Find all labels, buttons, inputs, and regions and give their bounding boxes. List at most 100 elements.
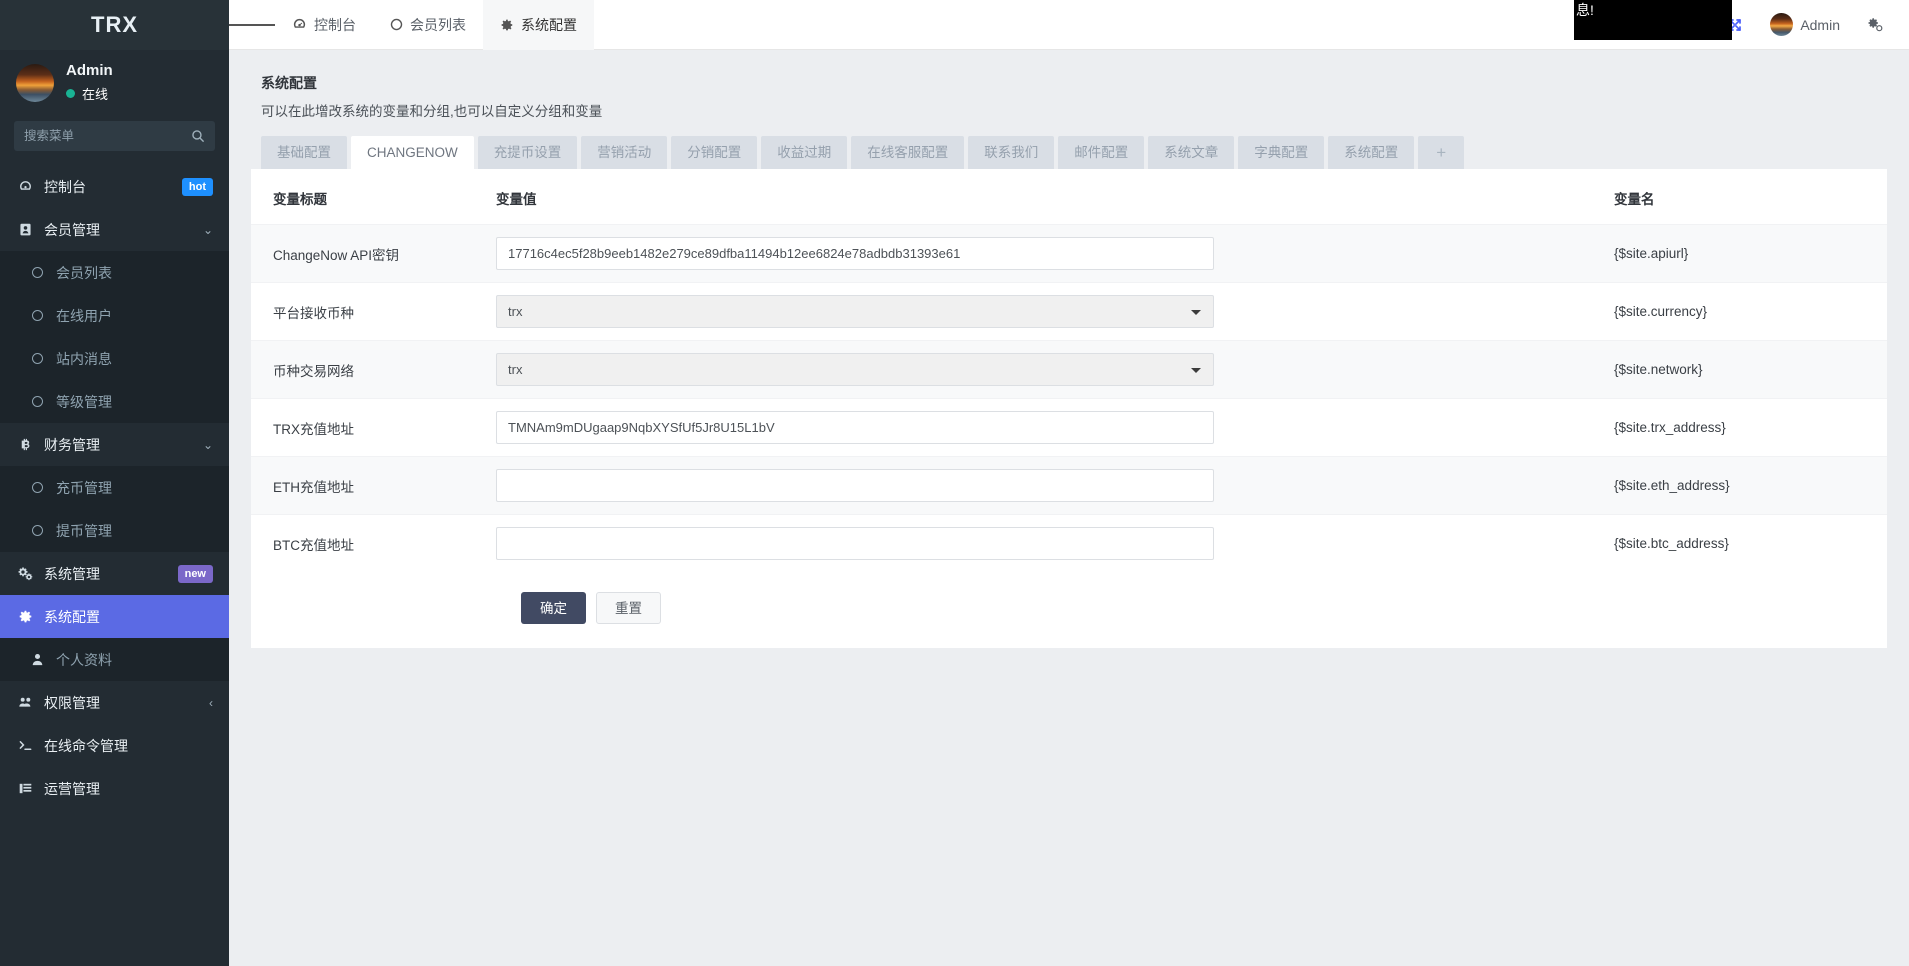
config-tab-9[interactable]: 系统文章 bbox=[1148, 136, 1235, 169]
config-tab-3[interactable]: 营销活动 bbox=[581, 136, 668, 169]
config-tab-6[interactable]: 在线客服配置 bbox=[851, 136, 965, 169]
nav-tab-label: 控制台 bbox=[314, 16, 356, 33]
avatar bbox=[1770, 13, 1794, 36]
submit-button[interactable]: 确定 bbox=[521, 592, 586, 624]
chevron-icon: ⌄ bbox=[202, 437, 213, 452]
config-tab-2[interactable]: 充提币设置 bbox=[477, 136, 578, 169]
avatar bbox=[16, 63, 54, 102]
col-header-name: 变量名 bbox=[1606, 169, 1887, 225]
config-tab-4[interactable]: 分销配置 bbox=[671, 136, 758, 169]
topbar: 控制台 会员列表 系统配置 息! 清除缓存 bbox=[229, 0, 1909, 50]
chevron-down-icon bbox=[1191, 367, 1201, 373]
online-status-dot bbox=[66, 89, 75, 98]
add-tab-button[interactable]: + bbox=[1418, 136, 1465, 169]
nav-tab-members[interactable]: 会员列表 bbox=[373, 0, 483, 50]
nav-tab-system-config[interactable]: 系统配置 bbox=[483, 0, 594, 50]
sidebar-item-2[interactable]: 会员列表 bbox=[0, 251, 229, 294]
row-varname: {$site.eth_address} bbox=[1606, 456, 1887, 515]
row-value-cell: trx bbox=[496, 340, 1606, 399]
sidebar-item-12[interactable]: 权限管理 ‹ bbox=[0, 681, 229, 724]
sidebar-profile[interactable]: Admin 在线 bbox=[0, 50, 229, 115]
chevron-icon: ‹ bbox=[209, 695, 213, 710]
profile-status-label: 在线 bbox=[82, 87, 109, 102]
hamburger-icon[interactable] bbox=[229, 21, 275, 28]
circle-icon bbox=[28, 482, 46, 493]
config-tab-10[interactable]: 字典配置 bbox=[1238, 136, 1325, 169]
user-menu-label: Admin bbox=[1800, 16, 1840, 33]
config-tab-8[interactable]: 邮件配置 bbox=[1058, 136, 1145, 169]
page-title: 系统配置 bbox=[261, 75, 317, 91]
brand-logo[interactable]: TRX bbox=[0, 0, 229, 50]
sidebar-item-9[interactable]: 系统管理 new bbox=[0, 552, 229, 595]
dashboard-icon bbox=[16, 179, 34, 194]
sidebar-menu: 控制台 hot 会员管理 ⌄ 会员列表在线用户站内消息等级管理财务管理 ⌄ 充币管理提币管理… bbox=[0, 165, 229, 810]
table-header-row: 变量标题 变量值 变量名 bbox=[251, 169, 1887, 225]
row-title: TRX充值地址 bbox=[251, 398, 496, 457]
config-tab-1[interactable]: CHANGENOW bbox=[351, 136, 474, 169]
search-icon bbox=[192, 130, 205, 143]
row-input[interactable] bbox=[496, 237, 1214, 270]
sidebar-item-11[interactable]: 个人资料 bbox=[0, 638, 229, 681]
row-select-value: trx bbox=[508, 362, 523, 377]
sidebar-item-8[interactable]: 提币管理 bbox=[0, 509, 229, 552]
sidebar-item-7[interactable]: 充币管理 bbox=[0, 466, 229, 509]
settings-gear-icon[interactable] bbox=[1855, 0, 1895, 50]
row-title: 平台接收币种 bbox=[251, 282, 496, 341]
row-select[interactable]: trx bbox=[496, 353, 1214, 386]
table-row: 币种交易网络 trx {$site.network} bbox=[251, 340, 1887, 399]
sidebar-item-label: 站内消息 bbox=[56, 350, 112, 367]
sidebar-item-13[interactable]: 在线命令管理 bbox=[0, 724, 229, 767]
reset-button[interactable]: 重置 bbox=[596, 592, 661, 624]
circle-icon bbox=[28, 353, 46, 364]
col-header-title: 变量标题 bbox=[251, 169, 496, 225]
sidebar-item-10[interactable]: 系统配置 bbox=[0, 595, 229, 638]
app-root: TRX Admin 在线 控制台 hot 会员管理 ⌄ 会员列表在线用户站内消息等级管理… bbox=[0, 0, 1909, 966]
sidebar-item-5[interactable]: 等级管理 bbox=[0, 380, 229, 423]
sidebar-item-1[interactable]: 会员管理 ⌄ bbox=[0, 208, 229, 251]
table-row: ChangeNow API密钥 {$site.apiurl} bbox=[251, 224, 1887, 283]
table-row: 平台接收币种 trx {$site.currency} bbox=[251, 282, 1887, 341]
sidebar-item-label: 等级管理 bbox=[56, 393, 112, 410]
nav-tab-label: 系统配置 bbox=[521, 16, 577, 33]
circle-icon bbox=[28, 396, 46, 407]
list-icon bbox=[16, 781, 34, 796]
row-varname: {$site.btc_address} bbox=[1606, 514, 1887, 572]
sidebar-item-label: 控制台 bbox=[44, 178, 86, 195]
row-select[interactable]: trx bbox=[496, 295, 1214, 328]
row-input[interactable] bbox=[496, 527, 1214, 560]
sidebar-item-label: 提币管理 bbox=[56, 522, 112, 539]
sidebar-item-label: 在线用户 bbox=[56, 307, 112, 324]
sidebar-item-14[interactable]: 运营管理 bbox=[0, 767, 229, 810]
table-row: TRX充值地址 {$site.trx_address} bbox=[251, 398, 1887, 457]
form-actions: 确定 重置 bbox=[251, 572, 1887, 624]
page-subtitle: 可以在此增改系统的变量和分组,也可以自定义分组和变量 bbox=[261, 104, 603, 119]
sidebar-item-3[interactable]: 在线用户 bbox=[0, 294, 229, 337]
config-tab-11[interactable]: 系统配置 bbox=[1328, 136, 1415, 169]
row-input[interactable] bbox=[496, 411, 1214, 444]
sidebar-item-0[interactable]: 控制台 hot bbox=[0, 165, 229, 208]
row-title: BTC充值地址 bbox=[251, 514, 496, 572]
nav-tab-label: 会员列表 bbox=[410, 16, 466, 33]
dashboard-icon bbox=[292, 17, 307, 32]
row-input[interactable] bbox=[496, 469, 1214, 502]
circle-icon bbox=[28, 525, 46, 536]
sidebar-item-label: 充币管理 bbox=[56, 479, 112, 496]
row-select-value: trx bbox=[508, 304, 523, 319]
circle-icon bbox=[390, 18, 403, 31]
sidebar-item-4[interactable]: 站内消息 bbox=[0, 337, 229, 380]
chevron-down-icon bbox=[1191, 309, 1201, 315]
notification-redaction: 息! bbox=[1574, 0, 1732, 40]
terminal-icon bbox=[16, 738, 34, 753]
search-input[interactable] bbox=[24, 129, 191, 143]
config-table-body: ChangeNow API密钥 {$site.apiurl} 平台接收币种 trx {$… bbox=[251, 224, 1887, 572]
sidebar-item-label: 运营管理 bbox=[44, 780, 100, 797]
sidebar-item-6[interactable]: 财务管理 ⌄ bbox=[0, 423, 229, 466]
config-tab-7[interactable]: 联系我们 bbox=[968, 136, 1055, 169]
config-tab-0[interactable]: 基础配置 bbox=[261, 136, 347, 169]
user-menu[interactable]: Admin bbox=[1758, 0, 1852, 50]
sidebar-badge-hot: hot bbox=[181, 177, 213, 196]
sidebar-item-label: 系统配置 bbox=[44, 608, 100, 625]
config-tab-5[interactable]: 收益过期 bbox=[761, 136, 848, 169]
sidebar-item-label: 权限管理 bbox=[44, 694, 100, 711]
nav-tab-dashboard[interactable]: 控制台 bbox=[275, 0, 373, 50]
